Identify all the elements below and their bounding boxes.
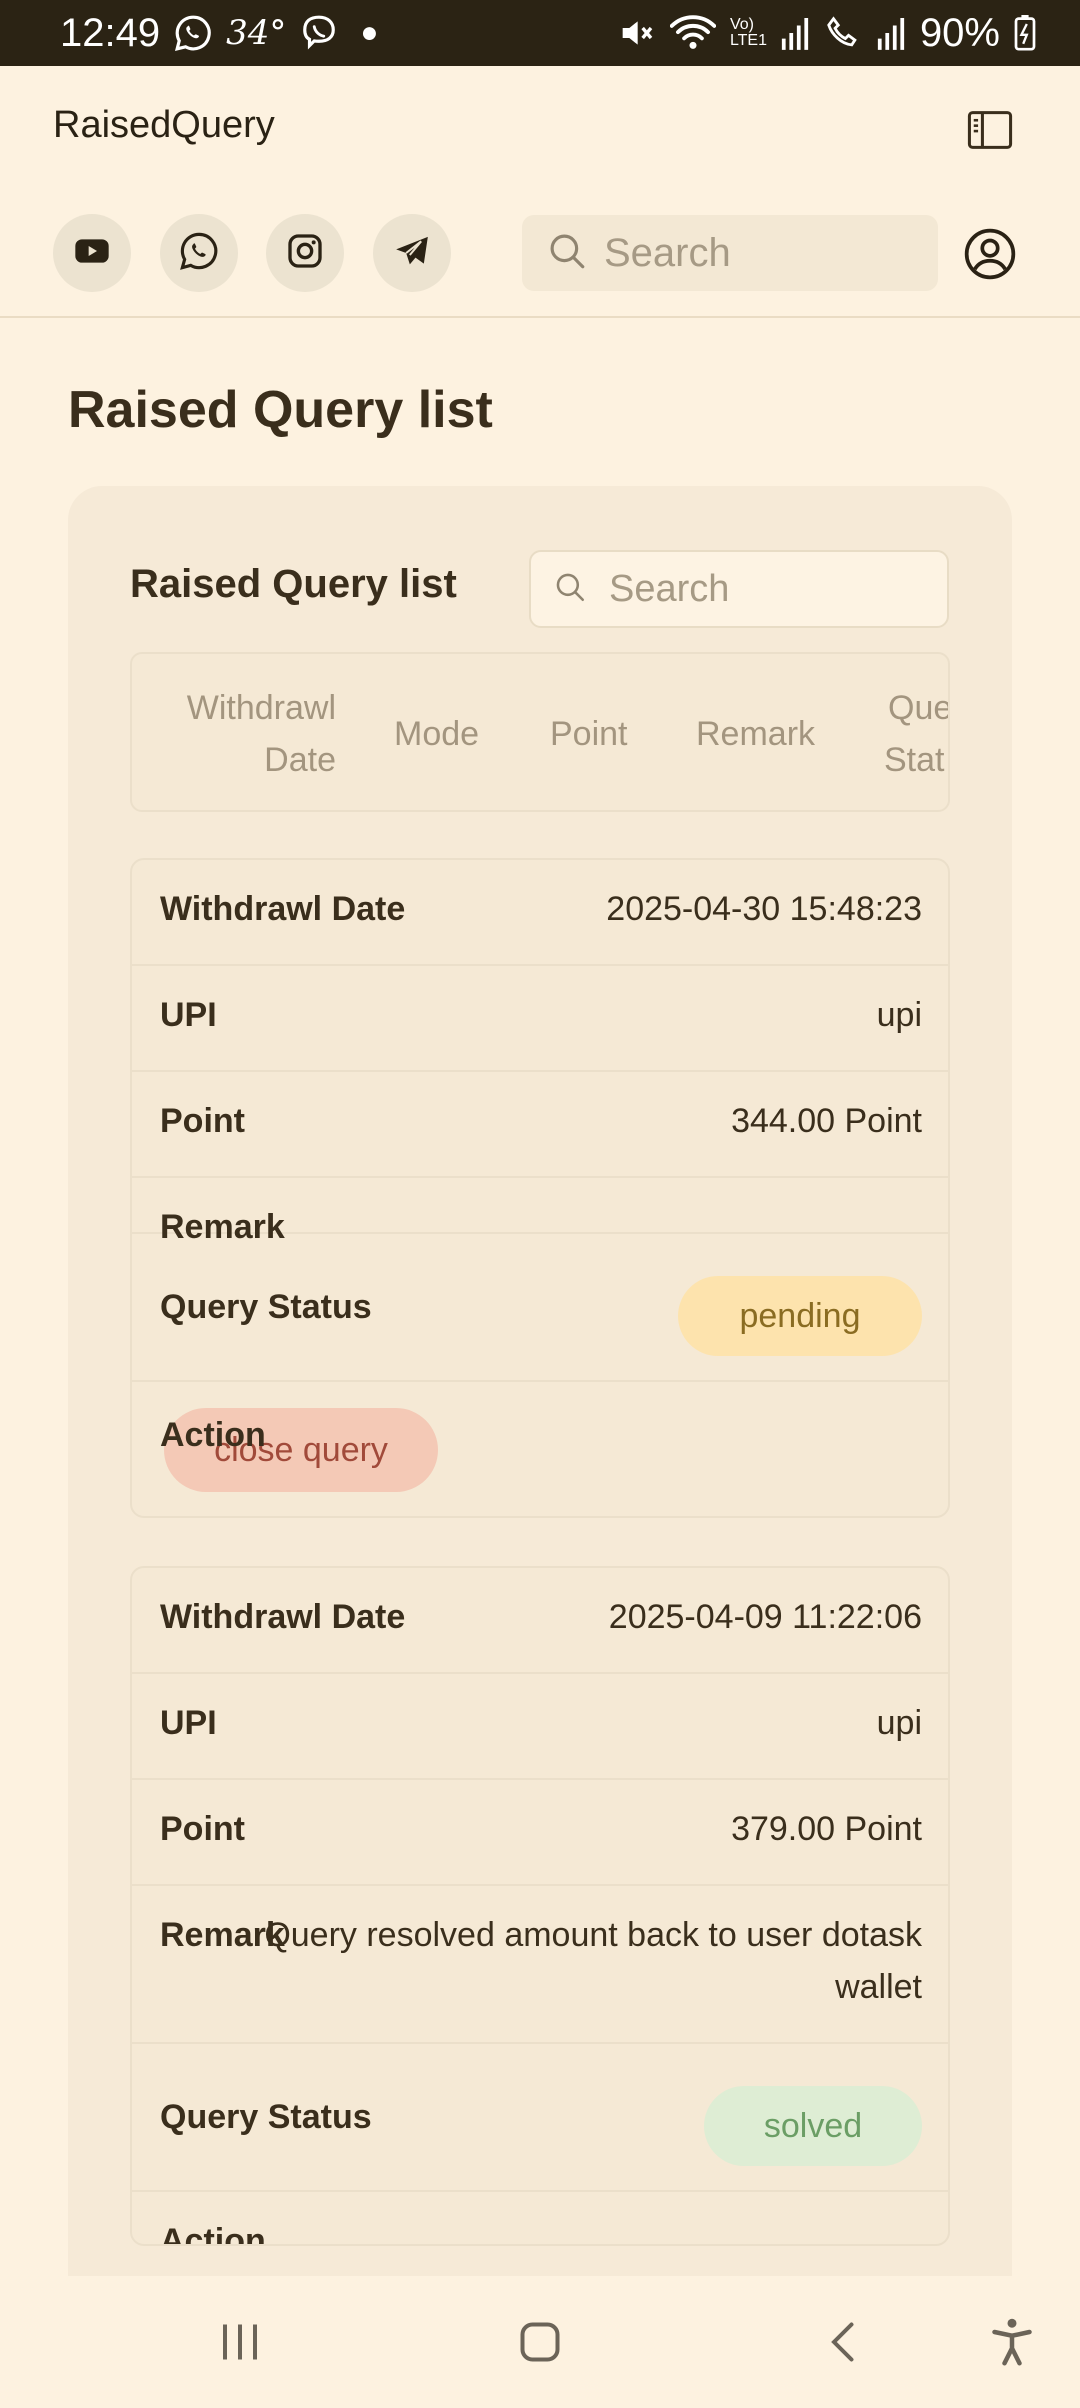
wifi-icon — [669, 13, 716, 53]
row-query-status: Query Status solved — [132, 2044, 948, 2192]
temperature: 34° — [226, 13, 287, 53]
app-title[interactable]: RaisedQuery — [53, 104, 275, 147]
viber-notification-icon — [300, 14, 338, 52]
search-placeholder: Search — [609, 567, 730, 610]
value-withdrawl-date: 2025-04-30 15:48:23 — [606, 890, 922, 928]
status-badge: pending — [678, 1276, 922, 1356]
header-point[interactable]: Point — [550, 708, 628, 760]
status-badge: solved — [704, 2086, 922, 2166]
label-action: Action — [160, 2222, 266, 2246]
row-remark: Remark — [132, 1178, 948, 1246]
battery-icon — [1014, 15, 1036, 51]
system-nav-bar — [0, 2276, 1080, 2408]
whatsapp-link[interactable] — [160, 214, 238, 292]
label-mode: UPI — [160, 996, 217, 1034]
header-withdrawl[interactable]: Withdrawl — [187, 682, 336, 734]
query-list-card: Raised Query list Search Withdrawl Date … — [68, 486, 1012, 2276]
clock: 12:49 — [60, 10, 161, 55]
status-bar: 12:49 34° ● Vo) LTE1 90% — [0, 0, 1080, 66]
signal-icon-1 — [780, 16, 810, 50]
instagram-link[interactable] — [266, 214, 344, 292]
telegram-icon — [392, 231, 432, 276]
search-icon — [553, 570, 587, 609]
table-header: Withdrawl Date Mode Point Remark Que Sta… — [130, 652, 950, 812]
sidebar-toggle-icon[interactable] — [964, 104, 1016, 156]
recent-apps-icon[interactable] — [210, 2312, 270, 2372]
header-query[interactable]: Que — [888, 682, 948, 734]
row-point: Point 344.00 Point — [132, 1072, 948, 1178]
value-point: 344.00 Point — [731, 1102, 922, 1140]
wifi-call-icon — [824, 14, 862, 52]
label-point: Point — [160, 1810, 245, 1848]
label-withdrawl-date: Withdrawl Date — [160, 890, 406, 928]
search-icon — [546, 230, 588, 277]
app-header: RaisedQuery Search — [0, 66, 1080, 318]
value-withdrawl-date: 2025-04-09 11:22:06 — [608, 1598, 922, 1636]
row-action: close query Action — [132, 1382, 948, 1516]
network-type: Vo) LTE1 — [729, 16, 767, 49]
battery-percent: 90% — [919, 10, 1000, 55]
whatsapp-icon — [178, 230, 220, 277]
whatsapp-notification-icon — [174, 14, 212, 52]
header-mode[interactable]: Mode — [394, 708, 479, 760]
label-withdrawl-date: Withdrawl Date — [160, 1598, 406, 1636]
notification-dot-icon: ● — [360, 16, 379, 49]
instagram-icon — [285, 231, 325, 276]
row-action: Action — [132, 2192, 948, 2246]
value-mode: upi — [876, 1704, 922, 1742]
account-icon[interactable] — [962, 226, 1018, 282]
row-withdrawl-date: Withdrawl Date 2025-04-30 15:48:23 — [132, 860, 948, 966]
row-mode: UPI upi — [132, 966, 948, 1072]
query-record: Withdrawl Date 2025-04-09 11:22:06 UPI u… — [130, 1566, 950, 2246]
page-title: Raised Query list — [68, 381, 493, 439]
label-query-status: Query Status — [160, 2098, 372, 2136]
value-remark-line-1: Query resolved amount back to user dotas… — [264, 1916, 922, 1954]
value-point: 379.00 Point — [731, 1810, 922, 1848]
row-withdrawl-date: Withdrawl Date 2025-04-09 11:22:06 — [132, 1568, 948, 1674]
row-query-status: Query Status pending — [132, 1234, 948, 1382]
status-right: Vo) LTE1 90% — [616, 11, 1036, 56]
signal-icon-2 — [876, 16, 906, 50]
value-remark-line-2: wallet — [835, 1968, 922, 2006]
header-remark[interactable]: Remark — [696, 708, 815, 760]
label-query-status: Query Status — [160, 1288, 372, 1326]
header-search-input[interactable]: Search — [522, 215, 938, 291]
telegram-link[interactable] — [373, 214, 451, 292]
status-left: 12:49 34° ● — [60, 11, 379, 56]
home-icon[interactable] — [510, 2312, 570, 2372]
back-icon[interactable] — [814, 2312, 874, 2372]
header-status[interactable]: Stat — [884, 734, 944, 786]
header-date[interactable]: Date — [264, 734, 336, 786]
row-mode: UPI upi — [132, 1674, 948, 1780]
search-placeholder: Search — [604, 230, 731, 275]
query-record: Withdrawl Date 2025-04-30 15:48:23 UPI u… — [130, 858, 950, 1518]
row-point: Point 379.00 Point — [132, 1780, 948, 1886]
accessibility-icon[interactable] — [982, 2312, 1042, 2372]
label-action: Action — [160, 1416, 266, 1454]
value-mode: upi — [876, 996, 922, 1034]
mute-icon — [616, 13, 656, 53]
card-title: Raised Query list — [130, 562, 457, 606]
label-mode: UPI — [160, 1704, 217, 1742]
youtube-icon — [72, 231, 112, 276]
youtube-link[interactable] — [53, 214, 131, 292]
row-remark: Remark Query resolved amount back to use… — [132, 1886, 948, 2044]
label-point: Point — [160, 1102, 245, 1140]
list-search-input[interactable]: Search — [529, 550, 949, 628]
